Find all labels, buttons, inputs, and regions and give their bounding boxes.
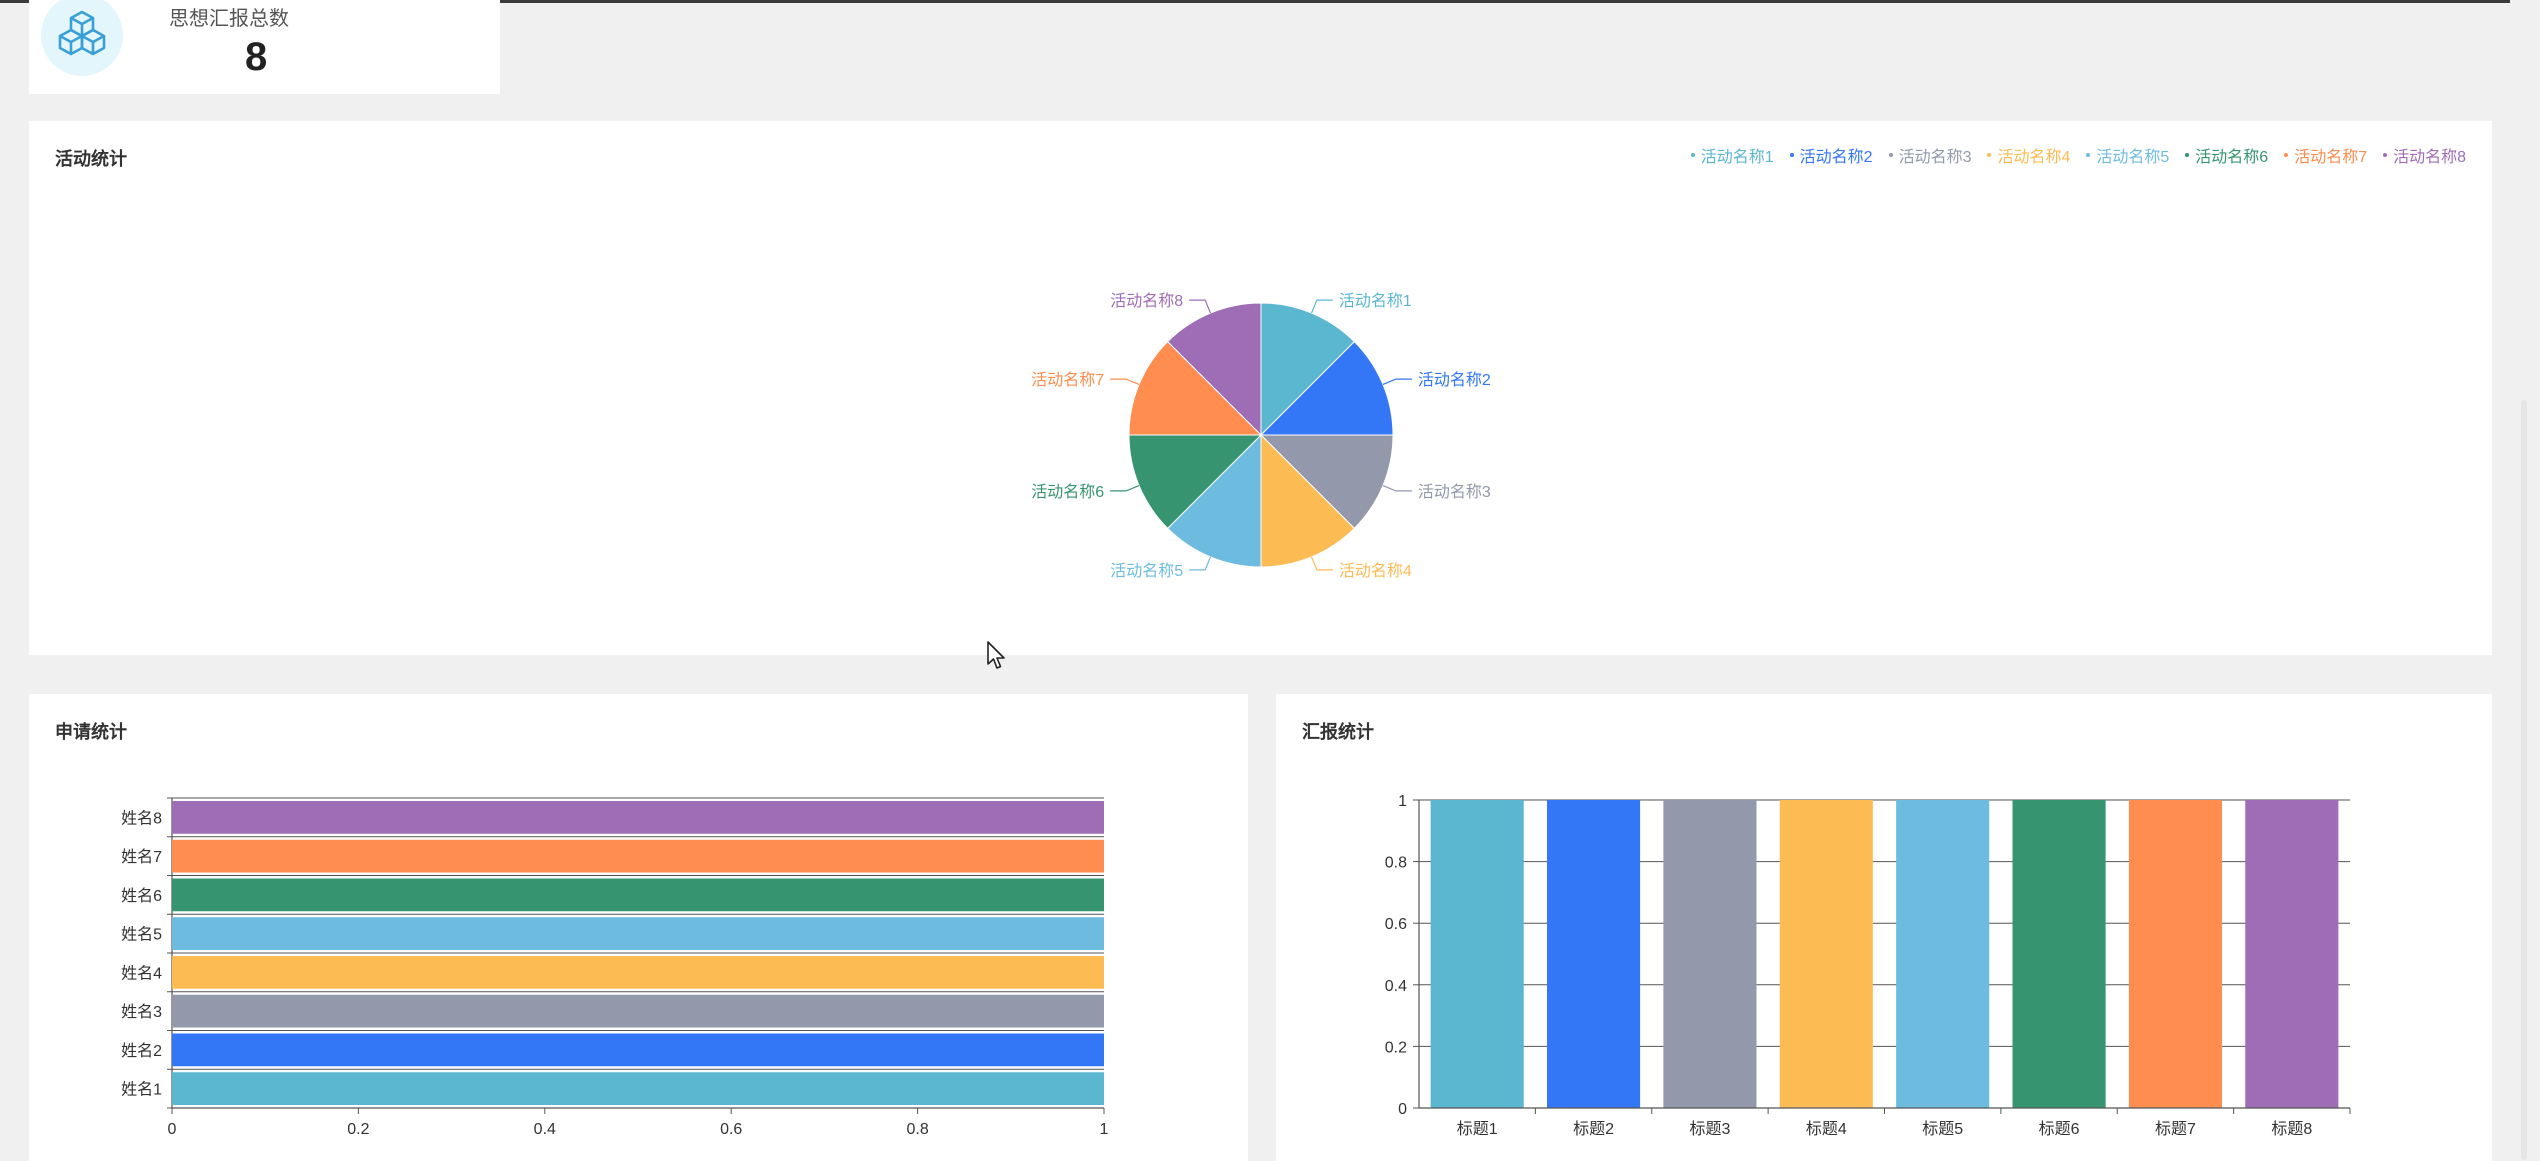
x-tick-label: 0.6 bbox=[720, 1121, 742, 1138]
bar bbox=[172, 839, 1104, 873]
bar bbox=[172, 956, 1104, 989]
bar bbox=[172, 801, 1104, 834]
x-tick-label: 标题4 bbox=[1806, 1120, 1847, 1138]
stat-label: 思想汇报总数 bbox=[169, 8, 289, 30]
y-tick-label: 0.8 bbox=[1385, 855, 1407, 872]
stat-card-report-total: 思想汇报总数 8 bbox=[29, 0, 500, 94]
report-bar-chart: 0 0.2 0.4 0.6 0.8 1 标题1 标题2 标题3 标题4 标题5 标题6 标题7 标题8 bbox=[1385, 793, 2351, 1138]
x-tick-label: 0 bbox=[168, 1121, 177, 1138]
bar bbox=[2012, 800, 2106, 1108]
pie-label: 活动名称6 bbox=[1031, 483, 1104, 501]
pie-label: 活动名称8 bbox=[1110, 292, 1183, 310]
apply-bar-chart: 姓名1 姓名2 姓名3 姓名4 姓名5 姓名6 姓名7 姓名8 0 0.2 0.4 0.6 0.8 1 bbox=[121, 797, 1109, 1138]
activity-pie-chart: 活动名称1 活动名称2 活动名称3 活动名称4 活动名称5 活动名称6 活动名称7 活动名称8 bbox=[1031, 292, 1491, 580]
y-tick-label: 姓名3 bbox=[121, 1003, 162, 1021]
mouse-cursor-icon bbox=[987, 641, 1005, 669]
y-tick-label: 0.4 bbox=[1385, 978, 1407, 995]
activity-stats-panel: 活动统计 活动名称1 活动名称2 活动名称3 活动名称4 活动名称5 活动名称6 活动名称7… bbox=[29, 121, 2492, 655]
y-tick-label: 姓名4 bbox=[121, 964, 162, 982]
x-tick-label: 标题7 bbox=[2155, 1120, 2196, 1138]
pie-label: 活动名称4 bbox=[1339, 562, 1412, 580]
bar bbox=[2128, 800, 2222, 1108]
pie-leader-line bbox=[1110, 378, 1140, 386]
x-tick-label: 标题6 bbox=[2039, 1120, 2080, 1138]
pie-label: 活动名称5 bbox=[1110, 562, 1183, 580]
pie-leader-line bbox=[1382, 378, 1412, 386]
bar bbox=[1430, 800, 1524, 1108]
bar bbox=[1779, 800, 1873, 1108]
bar bbox=[1896, 800, 1990, 1108]
bar bbox=[172, 878, 1104, 912]
y-tick-label: 0 bbox=[1398, 1101, 1407, 1118]
stat-value: 8 bbox=[245, 35, 268, 79]
y-tick-label: 姓名2 bbox=[121, 1042, 162, 1060]
page-scrollbar-thumb[interactable] bbox=[2521, 400, 2527, 1160]
x-tick-label: 标题8 bbox=[2271, 1120, 2312, 1138]
pie-leader-line bbox=[1110, 484, 1140, 492]
x-tick-label: 标题1 bbox=[1457, 1120, 1498, 1138]
pie-leader-line bbox=[1189, 299, 1212, 314]
pie-label: 活动名称2 bbox=[1418, 371, 1491, 389]
bar bbox=[1663, 800, 1757, 1108]
y-tick-label: 姓名5 bbox=[121, 926, 162, 944]
apply-stats-panel: 申请统计 姓名1 姓名2 姓名3 姓名4 姓名5 姓名6 姓名7 姓名8 0 0.2 0.4 0.6 0… bbox=[29, 694, 1248, 1161]
y-tick-label: 姓名1 bbox=[121, 1081, 162, 1099]
report-stats-panel: 汇报统计 0 0.2 0.4 0.6 0.8 1 标题1 标题2 标题3 标题4 标题5 标题6 标题7… bbox=[1276, 694, 2492, 1161]
pie-label: 活动名称1 bbox=[1339, 292, 1412, 310]
pie-leader-line bbox=[1310, 556, 1333, 571]
bar bbox=[172, 1033, 1104, 1067]
bar bbox=[172, 994, 1104, 1028]
y-tick-label: 0.2 bbox=[1385, 1039, 1407, 1056]
cubes-icon bbox=[41, 0, 123, 76]
bar bbox=[1547, 800, 1641, 1108]
x-tick-label: 0.8 bbox=[906, 1121, 928, 1138]
pie-leader-line bbox=[1382, 484, 1412, 492]
x-tick-label: 标题5 bbox=[1922, 1120, 1963, 1138]
x-tick-label: 0.2 bbox=[347, 1121, 369, 1138]
x-tick-label: 标题3 bbox=[1689, 1120, 1730, 1138]
y-tick-label: 1 bbox=[1398, 793, 1407, 810]
bar bbox=[172, 1072, 1104, 1105]
pie-leader-line bbox=[1189, 556, 1212, 571]
bar bbox=[172, 917, 1104, 950]
bar bbox=[2245, 800, 2339, 1108]
pie-leader-line bbox=[1310, 299, 1333, 314]
pie-label: 活动名称7 bbox=[1031, 371, 1104, 389]
x-tick-label: 1 bbox=[1100, 1121, 1109, 1138]
x-tick-label: 标题2 bbox=[1573, 1120, 1614, 1138]
page-scrollbar[interactable] bbox=[2510, 0, 2540, 1161]
x-tick-label: 0.4 bbox=[534, 1121, 556, 1138]
y-tick-label: 姓名6 bbox=[121, 887, 162, 905]
y-tick-label: 0.6 bbox=[1385, 916, 1407, 933]
pie-label: 活动名称3 bbox=[1418, 483, 1491, 501]
y-tick-label: 姓名8 bbox=[121, 809, 162, 827]
y-tick-label: 姓名7 bbox=[121, 848, 162, 866]
